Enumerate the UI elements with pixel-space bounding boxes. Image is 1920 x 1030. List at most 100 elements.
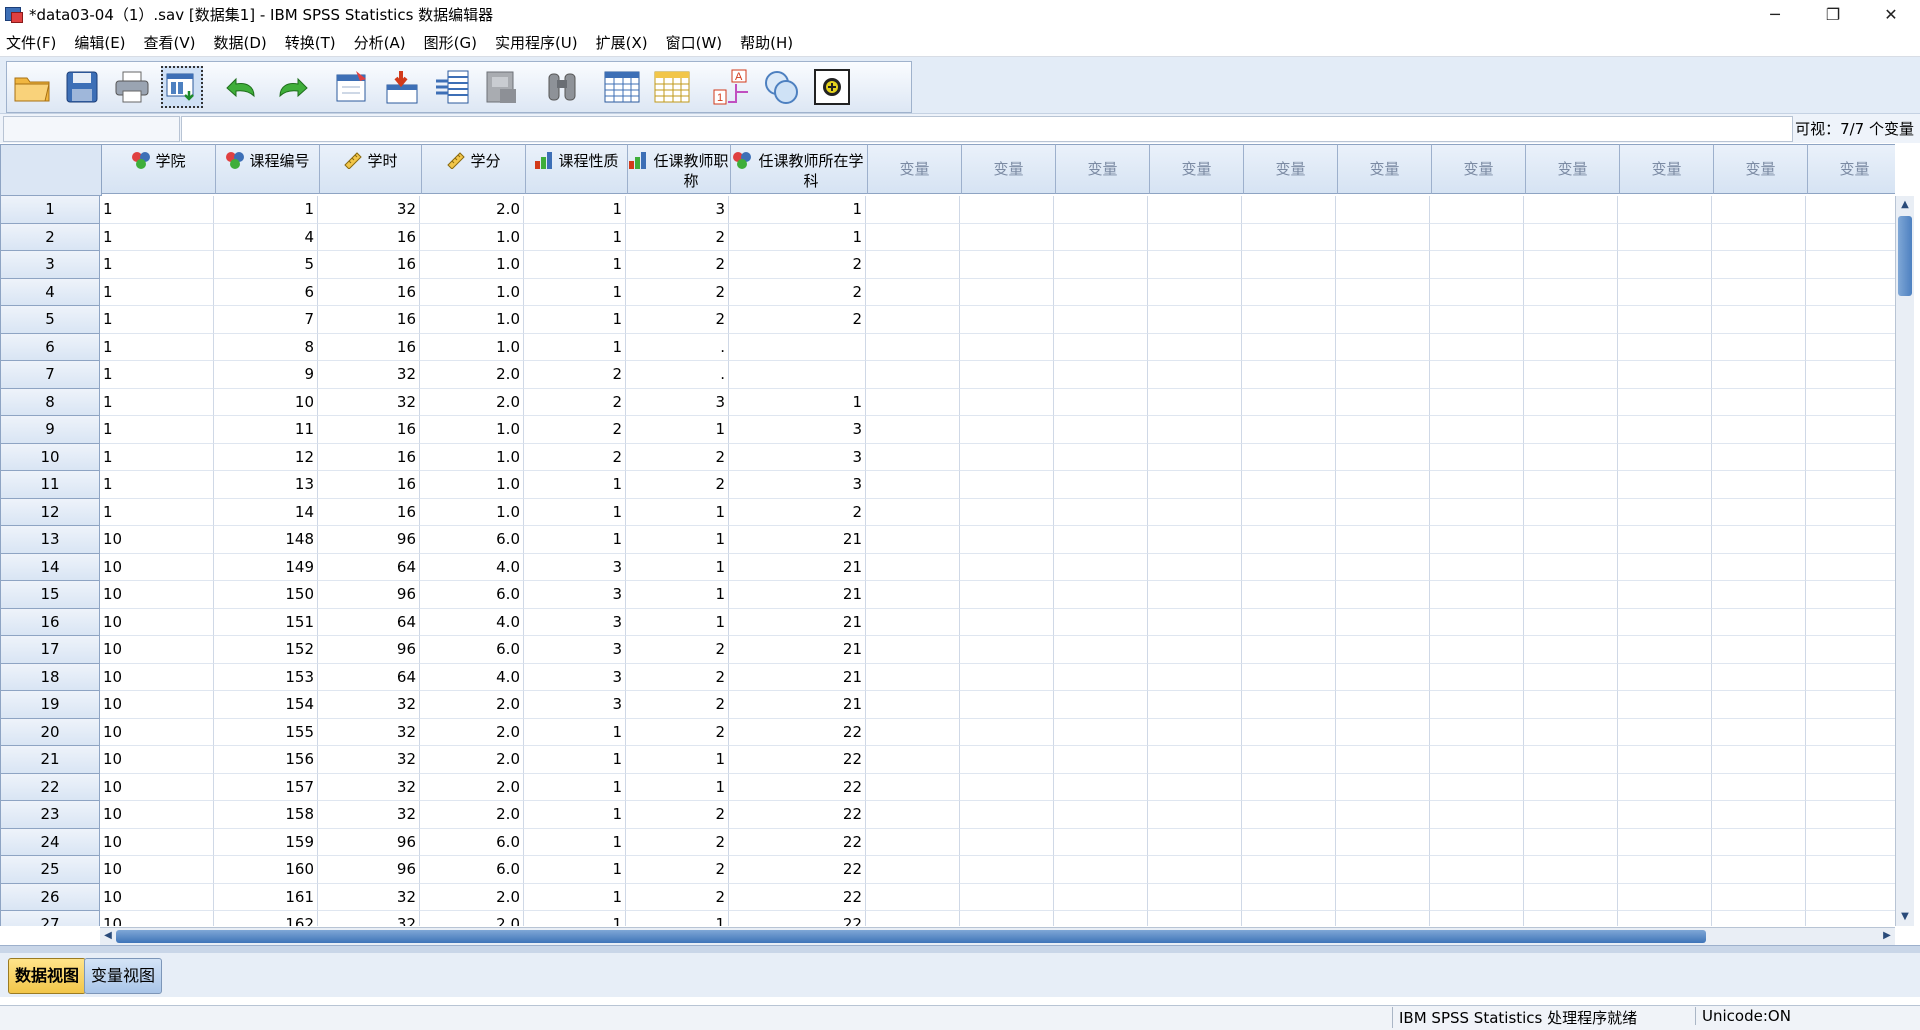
table-cell[interactable]: 64: [318, 663, 420, 691]
table-cell[interactable]: 32: [318, 361, 420, 389]
table-cell[interactable]: 2: [729, 278, 866, 306]
empty-cell[interactable]: [1054, 196, 1148, 224]
empty-cell[interactable]: [1712, 746, 1806, 774]
table-cell[interactable]: 32: [318, 691, 420, 719]
empty-cell[interactable]: [1148, 553, 1242, 581]
table-cell[interactable]: 1: [524, 718, 626, 746]
empty-cell[interactable]: [1054, 251, 1148, 279]
empty-cell[interactable]: [1712, 306, 1806, 334]
empty-cell[interactable]: [1712, 636, 1806, 664]
empty-cell[interactable]: [866, 856, 960, 884]
empty-cell[interactable]: [1336, 746, 1430, 774]
empty-column-header[interactable]: 变量: [1526, 144, 1620, 194]
column-header[interactable]: 任课教师职称: [628, 144, 731, 194]
empty-cell[interactable]: [1618, 306, 1712, 334]
empty-cell[interactable]: [1336, 663, 1430, 691]
empty-cell[interactable]: [1618, 911, 1712, 926]
save-icon[interactable]: [61, 66, 103, 108]
empty-cell[interactable]: [1336, 883, 1430, 911]
table-cell[interactable]: 32: [318, 388, 420, 416]
empty-cell[interactable]: [1148, 636, 1242, 664]
table-cell[interactable]: 160: [214, 856, 318, 884]
table-cell[interactable]: 150: [214, 581, 318, 609]
row-number-header[interactable]: 23: [0, 801, 100, 829]
row-number-header[interactable]: 18: [0, 663, 100, 691]
empty-cell[interactable]: [866, 636, 960, 664]
table-cell[interactable]: 2: [626, 223, 729, 251]
table-cell[interactable]: 2.0: [420, 388, 524, 416]
empty-column-header[interactable]: 变量: [1714, 144, 1808, 194]
empty-cell[interactable]: [1336, 828, 1430, 856]
empty-cell[interactable]: [1806, 471, 1895, 499]
row-number-header[interactable]: 9: [0, 416, 100, 444]
empty-cell[interactable]: [866, 526, 960, 554]
table-cell[interactable]: 157: [214, 773, 318, 801]
table-cell[interactable]: 6.0: [420, 526, 524, 554]
empty-cell[interactable]: [1242, 416, 1336, 444]
column-header[interactable]: 学时: [320, 144, 422, 194]
empty-cell[interactable]: [1148, 746, 1242, 774]
table-cell[interactable]: 21: [729, 691, 866, 719]
table-cell[interactable]: 1: [214, 196, 318, 224]
empty-cell[interactable]: [1054, 498, 1148, 526]
table-cell[interactable]: 2: [524, 443, 626, 471]
empty-cell[interactable]: [1618, 581, 1712, 609]
empty-cell[interactable]: [1430, 746, 1524, 774]
row-number-header[interactable]: 22: [0, 773, 100, 801]
empty-cell[interactable]: [1336, 333, 1430, 361]
empty-cell[interactable]: [1806, 196, 1895, 224]
tab-data-view[interactable]: 数据视图: [8, 958, 87, 994]
empty-cell[interactable]: [1806, 361, 1895, 389]
empty-cell[interactable]: [1148, 443, 1242, 471]
menu-analyze[interactable]: 分析(A): [348, 32, 418, 53]
empty-cell[interactable]: [1618, 691, 1712, 719]
empty-cell[interactable]: [1242, 773, 1336, 801]
row-number-header[interactable]: 26: [0, 883, 100, 911]
table-cell[interactable]: 32: [318, 718, 420, 746]
empty-cell[interactable]: [866, 746, 960, 774]
empty-cell[interactable]: [1336, 443, 1430, 471]
table-cell[interactable]: 2: [524, 361, 626, 389]
table-cell[interactable]: 2: [729, 306, 866, 334]
table-cell[interactable]: [729, 361, 866, 389]
table-cell[interactable]: 1.0: [420, 278, 524, 306]
menu-extensions[interactable]: 扩展(X): [590, 32, 660, 53]
insert-cases-icon[interactable]: [601, 66, 643, 108]
empty-cell[interactable]: [1712, 223, 1806, 251]
table-cell[interactable]: 3: [524, 691, 626, 719]
empty-cell[interactable]: [1054, 608, 1148, 636]
empty-cell[interactable]: [1806, 829, 1895, 856]
table-cell[interactable]: 3: [524, 581, 626, 609]
table-cell[interactable]: 96: [318, 526, 420, 554]
table-cell[interactable]: 22: [729, 773, 866, 801]
table-cell[interactable]: 1: [524, 746, 626, 774]
row-number-header[interactable]: 12: [0, 498, 100, 526]
empty-cell[interactable]: [1430, 526, 1524, 554]
empty-cell[interactable]: [1336, 471, 1430, 499]
undo-icon[interactable]: [221, 66, 263, 108]
table-cell[interactable]: 1: [100, 471, 214, 499]
scroll-right-icon[interactable]: ▶: [1880, 929, 1894, 943]
row-number-header[interactable]: 11: [0, 471, 100, 499]
table-cell[interactable]: 1: [626, 911, 729, 926]
table-cell[interactable]: 22: [729, 718, 866, 746]
table-cell[interactable]: 1: [626, 581, 729, 609]
empty-cell[interactable]: [866, 553, 960, 581]
empty-cell[interactable]: [960, 223, 1054, 251]
empty-cell[interactable]: [1242, 581, 1336, 609]
table-cell[interactable]: 16: [318, 443, 420, 471]
empty-cell[interactable]: [1336, 553, 1430, 581]
empty-cell[interactable]: [960, 526, 1054, 554]
table-cell[interactable]: 1: [524, 526, 626, 554]
table-cell[interactable]: 1: [626, 608, 729, 636]
empty-cell[interactable]: [1242, 691, 1336, 719]
empty-cell[interactable]: [1430, 828, 1524, 856]
row-number-header[interactable]: 14: [0, 553, 100, 581]
empty-cell[interactable]: [1242, 828, 1336, 856]
table-cell[interactable]: 21: [729, 553, 866, 581]
empty-cell[interactable]: [1242, 663, 1336, 691]
empty-cell[interactable]: [1242, 278, 1336, 306]
empty-cell[interactable]: [1524, 773, 1618, 801]
table-cell[interactable]: 1: [100, 361, 214, 389]
restore-button[interactable]: ❐: [1804, 0, 1862, 28]
